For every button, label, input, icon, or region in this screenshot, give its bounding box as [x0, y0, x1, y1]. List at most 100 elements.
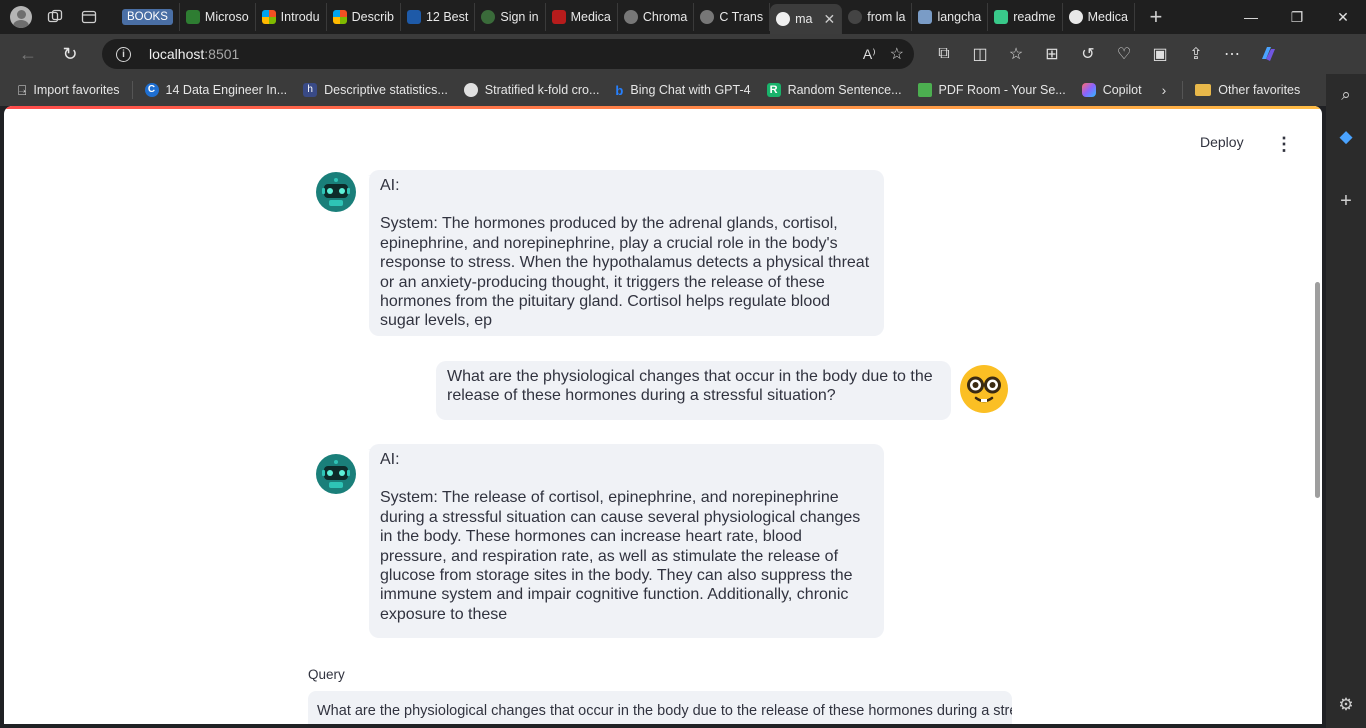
link-icon — [700, 10, 715, 24]
settings-gear-icon[interactable]: ⚙ — [1326, 690, 1366, 720]
address-toolbar: ← ↻ i localhost:8501 A⁾ ☆ ⧉ ◫ ☆ ⊞ ↺ ♡ ▣ … — [0, 34, 1366, 74]
new-tab-button[interactable]: + — [1139, 0, 1173, 34]
favorite-data-engineer[interactable]: C 14 Data Engineer In... — [137, 76, 296, 104]
favorite-star-icon[interactable]: ☆ — [890, 44, 904, 64]
minimize-icon[interactable]: — — [1228, 0, 1274, 34]
favorites-icon[interactable]: ☆ — [998, 34, 1034, 74]
tab-medical[interactable]: Medica — [546, 3, 618, 31]
streamlit-decoration-bar — [4, 106, 1322, 109]
query-label: Query — [308, 667, 345, 682]
workspaces-icon[interactable] — [38, 0, 72, 34]
ai-message-bubble: AI: System: The hormones produced by the… — [369, 170, 884, 336]
scrollbar-thumb[interactable] — [1315, 282, 1320, 498]
tab-label: readme — [1013, 10, 1056, 24]
tab-label: Describ — [351, 10, 394, 24]
ai-message-bubble: AI: System: The release of cortisol, epi… — [369, 444, 884, 638]
docs-icon — [918, 10, 933, 24]
address-bar[interactable]: i localhost:8501 A⁾ ☆ — [102, 39, 914, 69]
chevron-right-icon[interactable]: › — [1150, 82, 1179, 98]
split-screen-icon[interactable]: ◫ — [962, 34, 998, 74]
tab-from-la[interactable]: from la — [842, 3, 913, 31]
back-arrow-icon[interactable]: ← — [10, 36, 46, 72]
performance-icon[interactable]: ♡ — [1106, 34, 1142, 74]
extensions-icon[interactable]: ⧉ — [926, 34, 962, 74]
tab-langchain[interactable]: langcha — [912, 3, 989, 31]
copilot-icon — [1081, 83, 1096, 97]
profile-avatar-icon — [10, 6, 32, 28]
favorite-label: Stratified k-fold cro... — [484, 83, 600, 97]
tab-label: Microso — [204, 10, 249, 24]
tab-c-trans[interactable]: C Trans — [694, 3, 771, 31]
user-avatar-nerd-face-icon — [960, 365, 1008, 413]
link-icon — [623, 10, 638, 24]
favorite-label: Random Sentence... — [787, 83, 902, 97]
info-icon[interactable]: i — [116, 46, 131, 62]
read-aloud-icon[interactable]: A⁾ — [863, 46, 876, 63]
pdf-icon — [551, 10, 566, 24]
tab-readme[interactable]: readme — [988, 3, 1063, 31]
microsoft-icon — [332, 10, 347, 24]
collections-icon[interactable]: ⊞ — [1034, 34, 1070, 74]
tab-books[interactable]: BOOKS — [116, 3, 180, 31]
shopping-tag-icon[interactable]: ◆ — [1326, 122, 1366, 152]
favorite-stratified-kfold[interactable]: Stratified k-fold cro... — [456, 76, 608, 104]
url-host: localhost — [149, 46, 205, 62]
favorite-copilot[interactable]: Copilot — [1074, 76, 1150, 104]
tab-strip: BOOKS Microso Introdu Describ 12 Best Si… — [0, 0, 1366, 34]
favorite-label: Copilot — [1102, 83, 1142, 97]
url-text[interactable]: localhost:8501 — [149, 46, 239, 62]
main-menu-icon[interactable]: ⋮ — [1274, 134, 1294, 154]
copilot-icon[interactable] — [1250, 34, 1286, 74]
favorite-bing-chat[interactable]: b Bing Chat with GPT-4 — [607, 76, 758, 104]
add-icon[interactable]: + — [1326, 186, 1366, 216]
more-options-icon[interactable]: ⋯ — [1214, 34, 1250, 74]
tab-12-best[interactable]: 12 Best — [401, 3, 476, 31]
coursera-icon: C — [144, 83, 159, 97]
search-icon[interactable]: ⌕ — [1326, 80, 1366, 110]
tab-label: C Trans — [719, 10, 764, 24]
history-icon[interactable]: ↺ — [1070, 34, 1106, 74]
tab-describe[interactable]: Describ — [327, 3, 401, 31]
tab-actions-icon[interactable] — [72, 0, 106, 34]
close-tab-icon[interactable]: ✕ — [824, 11, 836, 28]
tab-microsoft[interactable]: Microso — [180, 3, 256, 31]
openai-icon — [463, 83, 478, 97]
microsoft-icon — [261, 10, 276, 24]
close-window-icon[interactable]: ✕ — [1320, 0, 1366, 34]
favorites-bar: ⍈ Import favorites C 14 Data Engineer In..… — [0, 74, 1326, 106]
folder-icon — [1195, 84, 1212, 96]
favorite-descriptive-statistics[interactable]: h Descriptive statistics... — [295, 76, 456, 104]
tab-label: from la — [867, 10, 906, 24]
query-input[interactable]: What are the physiological changes that … — [308, 691, 1012, 724]
tab-label: Introdu — [280, 10, 320, 24]
tab-label: Sign in — [500, 10, 539, 24]
tab-introduction[interactable]: Introdu — [256, 3, 327, 31]
tab-active[interactable]: ma ✕ — [770, 4, 843, 34]
tab-label: Medica — [1087, 10, 1128, 24]
favorite-label: Other favorites — [1218, 83, 1301, 97]
tab-chroma[interactable]: Chroma — [618, 3, 695, 31]
r-icon: R — [766, 83, 781, 97]
favorite-pdf-room[interactable]: PDF Room - Your Se... — [910, 76, 1074, 104]
hashnode-icon: h — [303, 83, 318, 97]
other-favorites[interactable]: Other favorites — [1187, 76, 1308, 104]
tab-label: Chroma — [642, 10, 688, 24]
openai-icon — [1068, 10, 1083, 24]
favorite-label: PDF Room - Your Se... — [938, 83, 1066, 97]
streamlit-crown-icon — [776, 12, 791, 26]
window-controls: — ❐ ✕ — [1228, 0, 1366, 34]
tab-medical-2[interactable]: Medica — [1063, 3, 1135, 31]
restore-icon[interactable]: ❐ — [1274, 0, 1320, 34]
sidebar-toggle-icon[interactable]: ▣ — [1142, 34, 1178, 74]
tab-sign-in[interactable]: Sign in — [475, 3, 546, 31]
favorite-label: Bing Chat with GPT-4 — [630, 83, 751, 97]
profile-button[interactable] — [4, 0, 38, 34]
favorite-random-sentence[interactable]: R Random Sentence... — [759, 76, 910, 104]
url-port: :8501 — [204, 46, 240, 62]
excel-icon — [185, 10, 200, 24]
favorite-label: Import favorites — [33, 83, 120, 97]
share-icon[interactable]: ⇪ — [1178, 34, 1214, 74]
refresh-icon[interactable]: ↻ — [52, 36, 88, 72]
deploy-button[interactable]: Deploy — [1200, 134, 1244, 150]
favorite-import[interactable]: ⍈ Import favorites — [10, 76, 128, 104]
